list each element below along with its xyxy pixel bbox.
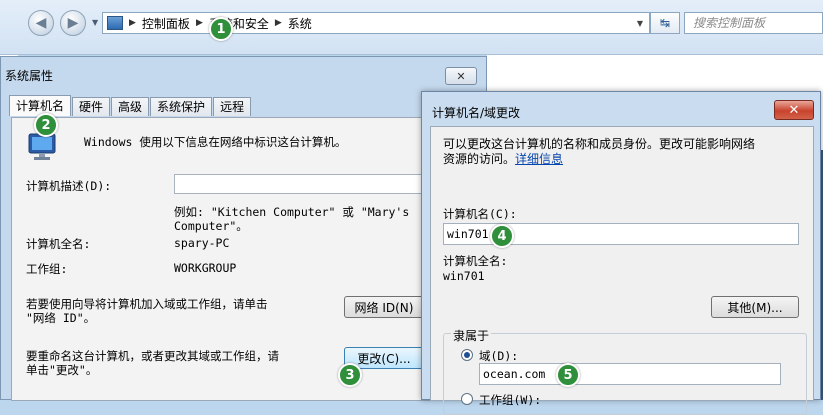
step-badge-4: 4: [490, 224, 514, 248]
computer-description-input[interactable]: [174, 174, 432, 194]
tab-advanced[interactable]: 高级: [111, 97, 150, 116]
workgroup-value: WORKGROUP: [174, 261, 237, 275]
computer-name-label: 计算机名(C):: [443, 207, 517, 221]
domain-label: 域(D):: [479, 349, 519, 363]
dialog-intro-prefix: 资源的访问。: [443, 152, 516, 166]
step-badge-1: 1: [209, 17, 233, 41]
tab-hardware[interactable]: 硬件: [72, 97, 111, 116]
dialog-intro-cont: 资源的访问。详细信息: [443, 150, 563, 167]
workgroup-label: 工作组(W):: [479, 393, 542, 407]
back-arrow-icon: ◀: [35, 15, 47, 31]
forward-arrow-icon: ▶: [67, 15, 79, 31]
breadcrumb-system[interactable]: 系统: [288, 15, 312, 32]
network-id-button[interactable]: 网络 ID(N): [344, 296, 424, 318]
intro-text: Windows 使用以下信息在网络中标识这台计算机。: [84, 135, 347, 149]
address-dropdown-icon[interactable]: ▼: [637, 19, 643, 28]
network-id-instructions-cont: "网络 ID"。: [26, 311, 96, 325]
workgroup-label: 工作组:: [26, 262, 68, 276]
computer-name-tab-panel: Windows 使用以下信息在网络中标识这台计算机。 计算机描述(D): 例如:…: [11, 117, 487, 401]
explorer-toolbar: ◀ ▶ ▼ ▶ 控制面板 ▶ 系统和安全 ▶ 系统 ▼ ↹ 搜索控制面板: [0, 0, 823, 55]
domain-radio[interactable]: [461, 349, 473, 361]
rename-instructions-cont: 单击"更改"。: [26, 363, 98, 377]
breadcrumb-control-panel[interactable]: 控制面板: [142, 15, 190, 32]
description-label: 计算机描述(D):: [26, 179, 112, 193]
breadcrumb-separator-icon[interactable]: ▶: [196, 18, 203, 28]
tab-remote[interactable]: 远程: [213, 97, 252, 116]
full-name-value: spary-PC: [174, 236, 230, 250]
step-badge-2: 2: [34, 113, 58, 137]
refresh-icon: ↹: [659, 16, 671, 30]
computer-name-domain-dialog: 计算机名/域更改 ✕ 可以更改这台计算机的名称和成员身份。更改可能影响网络 资源…: [421, 91, 821, 415]
dialog-close-button[interactable]: ✕: [774, 100, 814, 120]
back-button[interactable]: ◀: [28, 10, 54, 36]
full-name-label: 计算机全名:: [443, 254, 508, 268]
forward-button[interactable]: ▶: [60, 10, 86, 36]
workgroup-radio[interactable]: [461, 393, 473, 405]
close-button[interactable]: ✕: [445, 67, 477, 85]
address-bar[interactable]: ▶ 控制面板 ▶ 系统和安全 ▶ 系统 ▼: [102, 12, 650, 34]
more-info-link[interactable]: 详细信息: [515, 152, 563, 166]
full-name-label: 计算机全名:: [26, 237, 91, 251]
window-title: 系统属性: [5, 69, 54, 83]
tab-computer-name[interactable]: 计算机名: [9, 95, 72, 116]
close-icon: ✕: [456, 69, 466, 83]
other-button[interactable]: 其他(M)...: [711, 296, 799, 318]
tab-system-protection[interactable]: 系统保护: [150, 97, 213, 116]
step-badge-3: 3: [338, 363, 362, 387]
dialog-title: 计算机名/域更改: [432, 106, 521, 120]
history-dropdown-icon[interactable]: ▼: [92, 18, 98, 27]
breadcrumb-separator-icon[interactable]: ▶: [275, 18, 282, 28]
dialog-content: 可以更改这台计算机的名称和成员身份。更改可能影响网络 资源的访问。详细信息 计算…: [430, 126, 814, 415]
close-icon: ✕: [788, 102, 800, 118]
full-name-value: win701: [443, 269, 485, 283]
search-input[interactable]: 搜索控制面板: [684, 12, 823, 34]
refresh-button[interactable]: ↹: [650, 12, 680, 34]
description-example-cont: Computer"。: [174, 219, 248, 233]
breadcrumb-separator-icon[interactable]: ▶: [129, 18, 136, 28]
step-badge-5: 5: [556, 363, 580, 387]
system-properties-window: 系统属性 ✕ 计算机名 硬件 高级 系统保护 远程 Windows 使用以下信息…: [0, 56, 487, 401]
control-panel-icon: [107, 16, 123, 30]
member-of-label: 隶属于: [451, 327, 492, 344]
domain-input[interactable]: ocean.com: [479, 363, 781, 385]
